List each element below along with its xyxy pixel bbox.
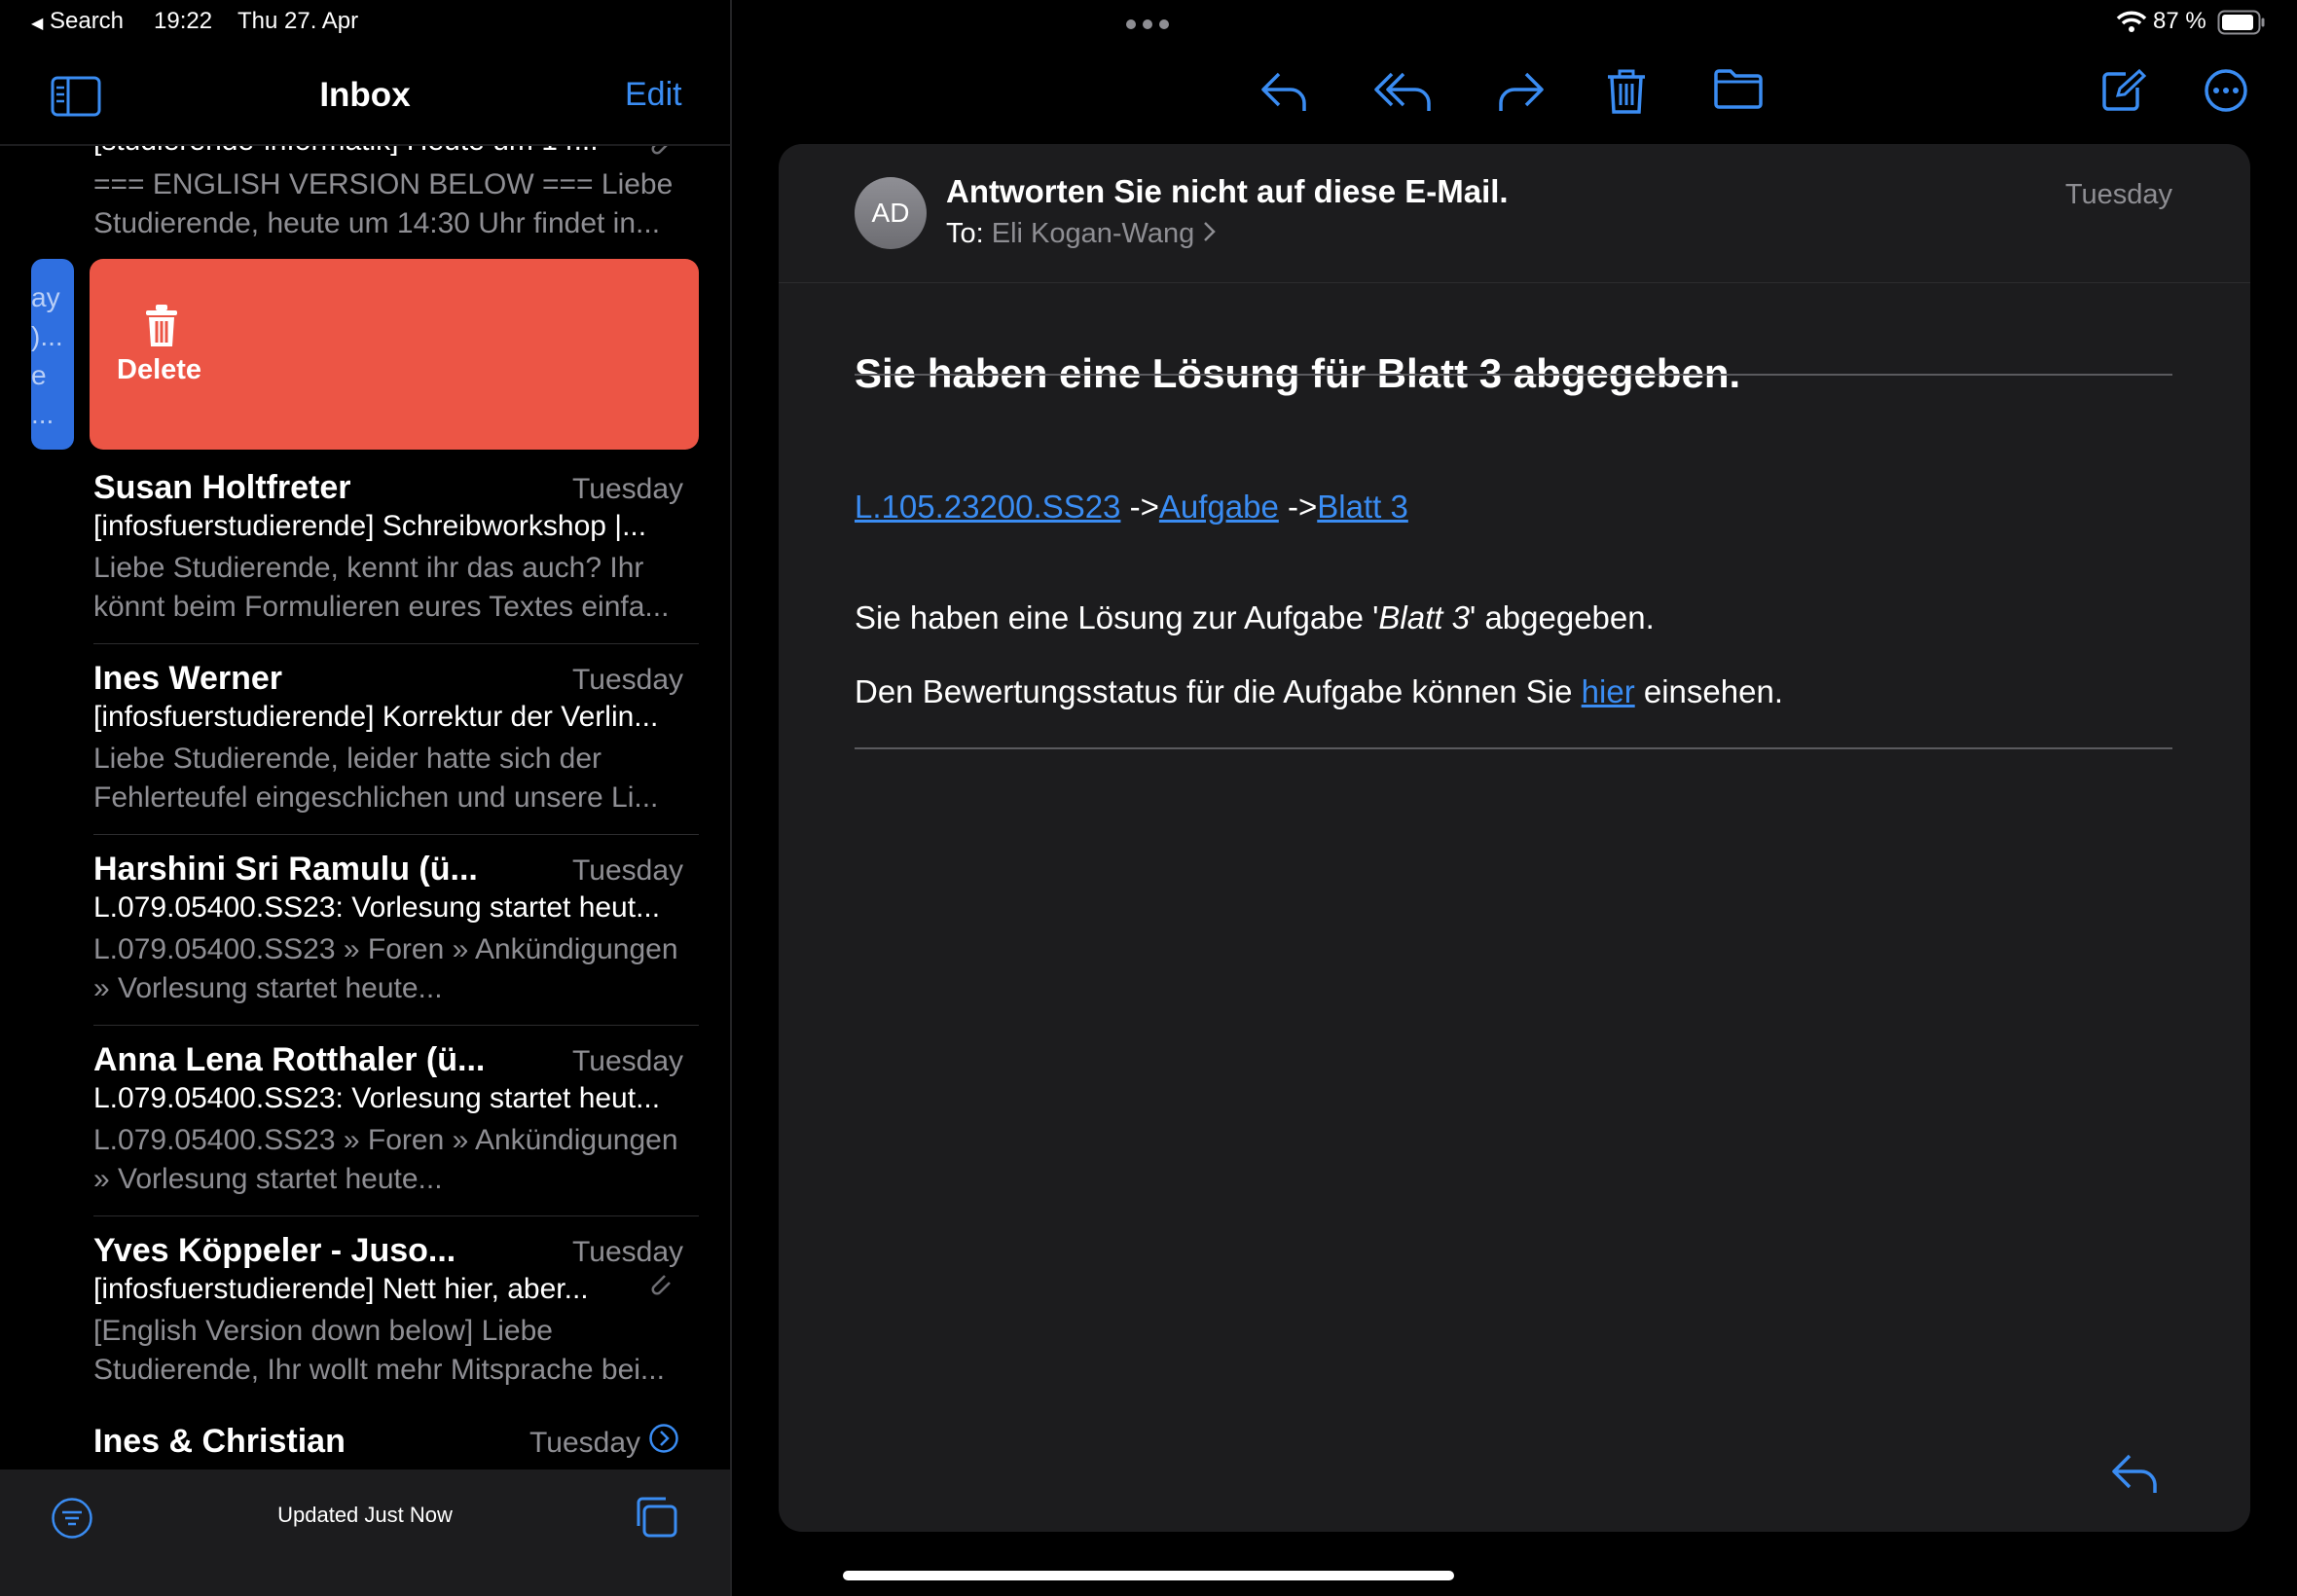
list-item-sender: Ines Werner — [93, 660, 283, 697]
message-view: AD Antworten Sie nicht auf diese E-Mail.… — [779, 144, 2250, 1532]
list-item[interactable]: Yves Köppeler - Juso... Tuesday [infosfu… — [0, 1216, 730, 1407]
battery-icon — [2217, 10, 2266, 40]
chevron-right-icon — [1202, 219, 1218, 251]
sliver-text: ay )... e ... — [31, 282, 63, 429]
list-item-date: Tuesday — [572, 1045, 683, 1077]
folder-icon[interactable] — [1713, 68, 1764, 114]
back-to-app[interactable]: ◀ Search — [31, 8, 124, 35]
reply-icon[interactable] — [1259, 68, 1310, 118]
course-link[interactable]: L.105.23200.SS23 — [855, 489, 1120, 525]
thread-chevron-icon[interactable] — [648, 1423, 679, 1459]
list-item-date: Tuesday — [529, 1427, 640, 1459]
avatar[interactable]: AD — [855, 177, 927, 249]
mailbox-pane: ◀ Search 19:22 Thu 27. Apr Inbox Edit [s… — [0, 0, 730, 1596]
list-item-preview: L.079.05400.SS23 » Foren » Ankündigungen… — [93, 1124, 678, 1195]
list-item-subject: L.079.05400.SS23: Vorlesung startet heut… — [93, 891, 661, 924]
list-item-sender: Harshini Sri Ramulu (ü... — [93, 851, 478, 888]
status-date: Thu 27. Apr — [237, 8, 359, 34]
body-paragraph: Sie haben eine Lösung zur Aufgabe 'Blatt… — [855, 599, 1655, 636]
breadcrumb-sep: -> — [1287, 489, 1318, 525]
list-item-preview: Liebe Studierende, leider hatte sich der… — [93, 743, 659, 814]
list-item-sender: Susan Holtfreter — [93, 469, 351, 506]
back-app-label: Search — [49, 8, 125, 34]
inbox-header: Inbox Edit — [0, 68, 730, 144]
status-link[interactable]: hier — [1582, 673, 1635, 709]
delete-label: Delete — [117, 354, 202, 385]
more-icon[interactable] — [2204, 68, 2248, 118]
list-item[interactable]: Susan Holtfreter Tuesday [infosfuerstudi… — [0, 453, 730, 644]
wifi-icon — [2116, 10, 2147, 38]
breadcrumb: L.105.23200.SS23 ->Aufgabe ->Blatt 3 — [855, 489, 1408, 526]
header-divider — [779, 282, 2250, 283]
list-item-preview: [English Version down below] Liebe Studi… — [93, 1315, 665, 1386]
recipient-name: Eli Kogan-Wang — [991, 218, 1195, 249]
list-item[interactable]: Ines & Christian Tuesday — [0, 1407, 730, 1469]
message-date: Tuesday — [2064, 179, 2172, 210]
list-item[interactable]: Anna Lena Rotthaler (ü... Tuesday L.079.… — [0, 1026, 730, 1216]
updated-status: Updated Just Now — [277, 1503, 453, 1527]
list-item[interactable]: Harshini Sri Ramulu (ü... Tuesday L.079.… — [0, 835, 730, 1026]
edit-button[interactable]: Edit — [625, 76, 682, 114]
body-text: Sie haben eine Lösung zur Aufgabe ' — [855, 599, 1379, 635]
mailbox-bottom-bar: Updated Just Now — [0, 1469, 730, 1596]
list-item-date: Tuesday — [572, 854, 683, 887]
sender-name[interactable]: Antworten Sie nicht auf diese E-Mail. — [946, 173, 1509, 210]
list-item-partial[interactable]: [studierende-informatik] Heute um 14... … — [0, 146, 730, 253]
assignment-link[interactable]: Aufgabe — [1159, 489, 1279, 525]
inbox-title: Inbox — [319, 76, 411, 114]
list-item[interactable]: Ines Werner Tuesday [infosfuerstudierend… — [0, 644, 730, 835]
list-item-preview: === ENGLISH VERSION BELOW === Liebe Stud… — [93, 168, 674, 239]
stacked-windows-icon[interactable] — [633, 1495, 679, 1544]
list-item-sender: Ines & Christian — [93, 1423, 346, 1460]
delete-swipe-button[interactable]: Delete — [90, 259, 699, 450]
list-item-subject: [studierende-informatik] Heute um 14... — [93, 146, 599, 158]
status-time: 19:22 — [154, 8, 213, 34]
body-text: ' abgegeben. — [1469, 599, 1655, 635]
body-text: Den Bewertungsstatus für die Aufgabe kön… — [855, 673, 1582, 709]
attachment-icon — [650, 1275, 675, 1307]
list-item-subject: [infosfuerstudierende] Schreibworkshop |… — [93, 510, 647, 542]
list-item-date: Tuesday — [572, 664, 683, 696]
reply-all-icon[interactable] — [1372, 68, 1435, 118]
split-divider[interactable] — [730, 0, 732, 1596]
trash-icon[interactable] — [1606, 68, 1647, 120]
multitasking-dots-icon[interactable] — [1125, 18, 1170, 35]
list-item-sender: Yves Köppeler - Juso... — [93, 1232, 456, 1269]
sheet-name: Blatt 3 — [1378, 599, 1470, 635]
home-indicator[interactable] — [843, 1571, 1454, 1580]
recipient-line[interactable]: To: Eli Kogan-Wang — [946, 218, 1218, 251]
list-item-preview: L.079.05400.SS23 » Foren » Ankündigungen… — [93, 933, 678, 1004]
to-label: To: — [946, 218, 984, 249]
list-item-subject: [infosfuerstudierende] Korrektur der Ver… — [93, 701, 659, 733]
list-item-preview: Liebe Studierende, kennt ihr das auch? I… — [93, 552, 670, 623]
reply-icon[interactable] — [2110, 1450, 2161, 1500]
compose-icon[interactable] — [2100, 68, 2147, 118]
forward-icon[interactable] — [1495, 68, 1546, 118]
sheet-link[interactable]: Blatt 3 — [1317, 489, 1408, 525]
body-text: einsehen. — [1634, 673, 1783, 709]
breadcrumb-sep: -> — [1129, 489, 1159, 525]
list-item-subject: [infosfuerstudierende] Nett hier, aber..… — [93, 1273, 589, 1305]
attachment-icon — [650, 146, 675, 166]
list-item-date: Tuesday — [572, 473, 683, 505]
battery-percent: 87 % — [2153, 8, 2206, 34]
rule-bottom — [855, 747, 2172, 749]
trash-icon — [142, 304, 181, 353]
message-toolbar — [732, 58, 2297, 136]
swipe-action-sliver[interactable]: ay )... e ... — [31, 259, 74, 450]
list-item-subject: L.079.05400.SS23: Vorlesung startet heut… — [93, 1082, 661, 1114]
list-item-date: Tuesday — [572, 1236, 683, 1268]
body-paragraph: Den Bewertungsstatus für die Aufgabe kön… — [855, 673, 1783, 710]
rule-top — [855, 374, 2172, 376]
back-triangle-icon: ◀ — [31, 16, 44, 32]
list-item-sender: Anna Lena Rotthaler (ü... — [93, 1041, 486, 1078]
